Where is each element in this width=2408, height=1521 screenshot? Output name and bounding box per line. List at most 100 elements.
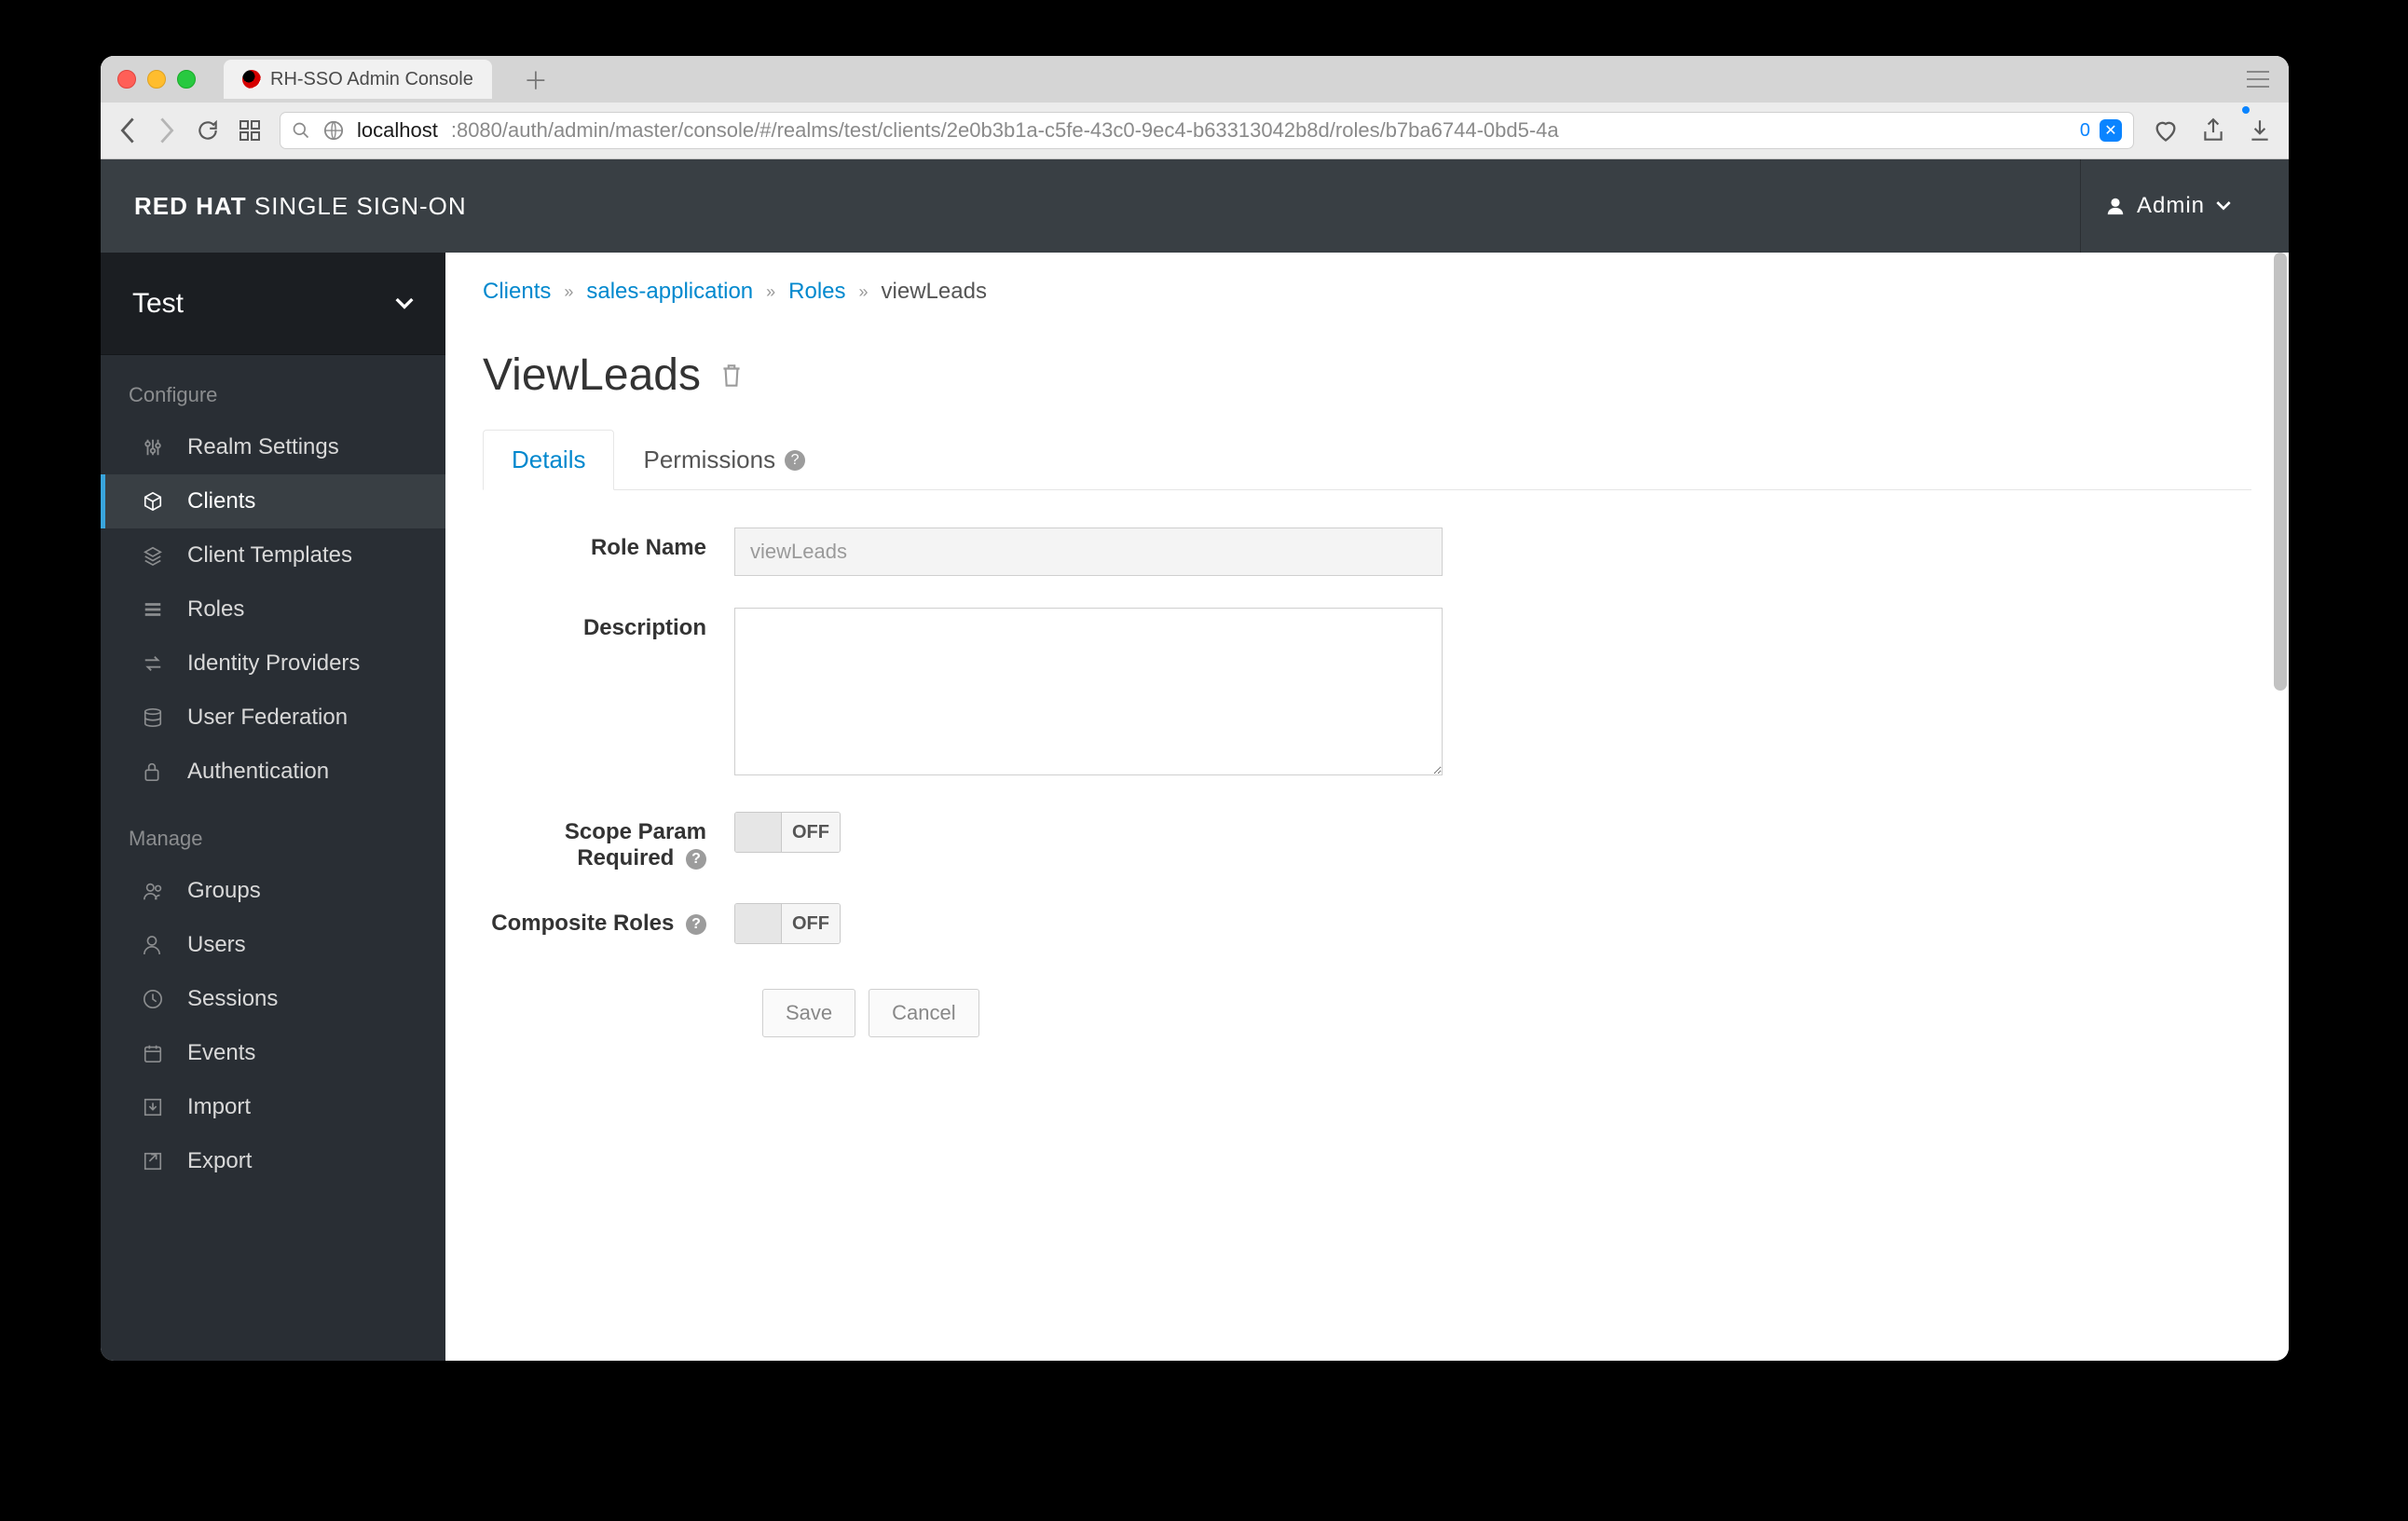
sidebar-item-label: Groups xyxy=(187,878,261,904)
sidebar-item-label: User Federation xyxy=(187,705,348,731)
address-bar[interactable]: localhost :8080/auth/admin/master/console… xyxy=(280,112,2134,149)
toggle-track xyxy=(735,904,782,943)
form-row-description: Description xyxy=(483,608,1601,780)
delete-role-button[interactable] xyxy=(719,362,744,390)
downloads-icon[interactable] xyxy=(2248,117,2272,144)
sidebar-item-groups[interactable]: Groups xyxy=(101,864,445,918)
page-title-text: ViewLeads xyxy=(483,349,701,401)
brand: RED HAT SINGLE SIGN-ON xyxy=(134,192,467,221)
sidebar-item-label: Events xyxy=(187,1040,255,1066)
url-path: :8080/auth/admin/master/console/#/realms… xyxy=(451,118,1559,143)
sidebar-item-label: Sessions xyxy=(187,986,278,1012)
new-tab-button[interactable]: ＋ xyxy=(522,62,550,97)
form-row-role-name: Role Name xyxy=(483,528,1601,576)
description-textarea[interactable] xyxy=(734,608,1443,775)
save-button[interactable]: Save xyxy=(762,989,855,1037)
browser-tab[interactable]: RH-SSO Admin Console xyxy=(224,60,492,99)
sidebar-item-realm-settings[interactable]: Realm Settings xyxy=(101,420,445,474)
cancel-button[interactable]: Cancel xyxy=(869,989,978,1037)
user-label: Admin xyxy=(2137,193,2205,219)
page-title: ViewLeads xyxy=(483,349,2251,401)
sidebar-item-label: Roles xyxy=(187,596,244,623)
help-icon[interactable]: ? xyxy=(686,914,706,935)
breadcrumb-link-client[interactable]: sales-application xyxy=(586,279,753,305)
sidebar-item-import[interactable]: Import xyxy=(101,1080,445,1134)
sidebar-item-label: Clients xyxy=(187,488,255,514)
site-identity-icon[interactable] xyxy=(323,120,344,141)
app-header: RED HAT SINGLE SIGN-ON Admin xyxy=(101,159,2289,253)
sidebar-item-events[interactable]: Events xyxy=(101,1026,445,1080)
window-controls xyxy=(117,70,196,89)
clock-icon xyxy=(143,989,167,1009)
list-icon xyxy=(143,599,167,620)
tab-favicon-icon xyxy=(242,70,261,89)
sidebar-item-label: Authentication xyxy=(187,759,329,785)
blocker-badge-icon[interactable]: ✕ xyxy=(2100,119,2122,142)
apps-grid-icon[interactable] xyxy=(239,119,261,142)
share-icon[interactable] xyxy=(2201,117,2225,144)
sidebar-item-authentication[interactable]: Authentication xyxy=(101,745,445,799)
window-maximize-button[interactable] xyxy=(177,70,196,89)
scope-param-toggle[interactable]: OFF xyxy=(734,812,841,853)
window-minimize-button[interactable] xyxy=(147,70,166,89)
breadcrumb-link-clients[interactable]: Clients xyxy=(483,279,551,305)
composite-toggle[interactable]: OFF xyxy=(734,903,841,944)
sidebar-section-configure: Configure xyxy=(101,355,445,420)
back-button[interactable] xyxy=(117,117,138,144)
sidebar-item-sessions[interactable]: Sessions xyxy=(101,972,445,1026)
scrollbar[interactable] xyxy=(2274,253,2287,691)
role-name-input[interactable] xyxy=(734,528,1443,576)
blocker-count: 0 xyxy=(2080,120,2090,142)
help-icon[interactable]: ? xyxy=(686,849,706,870)
reload-button[interactable] xyxy=(196,118,220,143)
breadcrumb-current: viewLeads xyxy=(882,279,987,305)
sidebar-item-label: Users xyxy=(187,932,246,958)
show-all-tabs-icon[interactable] xyxy=(2246,71,2270,88)
tabs: Details Permissions ? xyxy=(483,429,2251,490)
sidebar-item-client-templates[interactable]: Client Templates xyxy=(101,528,445,582)
sidebar-item-label: Export xyxy=(187,1148,252,1174)
sidebar-item-users[interactable]: Users xyxy=(101,918,445,972)
url-right-icons: 0 ✕ xyxy=(2080,119,2122,142)
tab-details[interactable]: Details xyxy=(483,430,614,490)
sidebar-item-clients[interactable]: Clients xyxy=(101,474,445,528)
toggle-state: OFF xyxy=(782,813,840,852)
breadcrumb: Clients » sales-application » Roles » vi… xyxy=(483,279,2251,305)
tab-permissions[interactable]: Permissions ? xyxy=(614,430,834,490)
export-icon xyxy=(143,1151,167,1172)
breadcrumb-separator: » xyxy=(564,282,573,302)
favorite-icon[interactable] xyxy=(2153,117,2179,144)
sidebar-item-label: Identity Providers xyxy=(187,651,360,677)
app-body: Test Configure Realm Settings Clients xyxy=(101,253,2289,1361)
database-icon xyxy=(143,707,167,728)
realm-selector[interactable]: Test xyxy=(101,253,445,355)
toolbar-right xyxy=(2153,117,2272,144)
window-close-button[interactable] xyxy=(117,70,136,89)
toggle-track xyxy=(735,813,782,852)
tab-title: RH-SSO Admin Console xyxy=(270,69,473,90)
help-icon[interactable]: ? xyxy=(785,450,805,471)
sidebar-item-label: Realm Settings xyxy=(187,434,339,460)
breadcrumb-separator: » xyxy=(766,282,775,302)
sidebar-item-identity-providers[interactable]: Identity Providers xyxy=(101,637,445,691)
sidebar-item-label: Import xyxy=(187,1094,251,1120)
search-icon xyxy=(292,121,310,140)
content: Clients » sales-application » Roles » vi… xyxy=(445,253,2289,1361)
sidebar-item-roles[interactable]: Roles xyxy=(101,582,445,637)
sidebar: Test Configure Realm Settings Clients xyxy=(101,253,445,1361)
toggle-state: OFF xyxy=(782,904,840,943)
calendar-icon xyxy=(143,1043,167,1063)
sidebar-section-manage: Manage xyxy=(101,799,445,864)
composite-label: Composite Roles ? xyxy=(483,903,734,937)
exchange-icon xyxy=(143,653,167,674)
url-host: localhost xyxy=(357,118,438,143)
brand-bold: RED HAT xyxy=(134,192,247,220)
forward-button[interactable] xyxy=(157,117,177,144)
import-icon xyxy=(143,1097,167,1117)
lock-icon xyxy=(143,761,167,782)
user-menu[interactable]: Admin xyxy=(2080,159,2255,253)
sidebar-item-export[interactable]: Export xyxy=(101,1134,445,1188)
chevron-down-icon xyxy=(395,297,414,310)
breadcrumb-link-roles[interactable]: Roles xyxy=(788,279,845,305)
sidebar-item-user-federation[interactable]: User Federation xyxy=(101,691,445,745)
